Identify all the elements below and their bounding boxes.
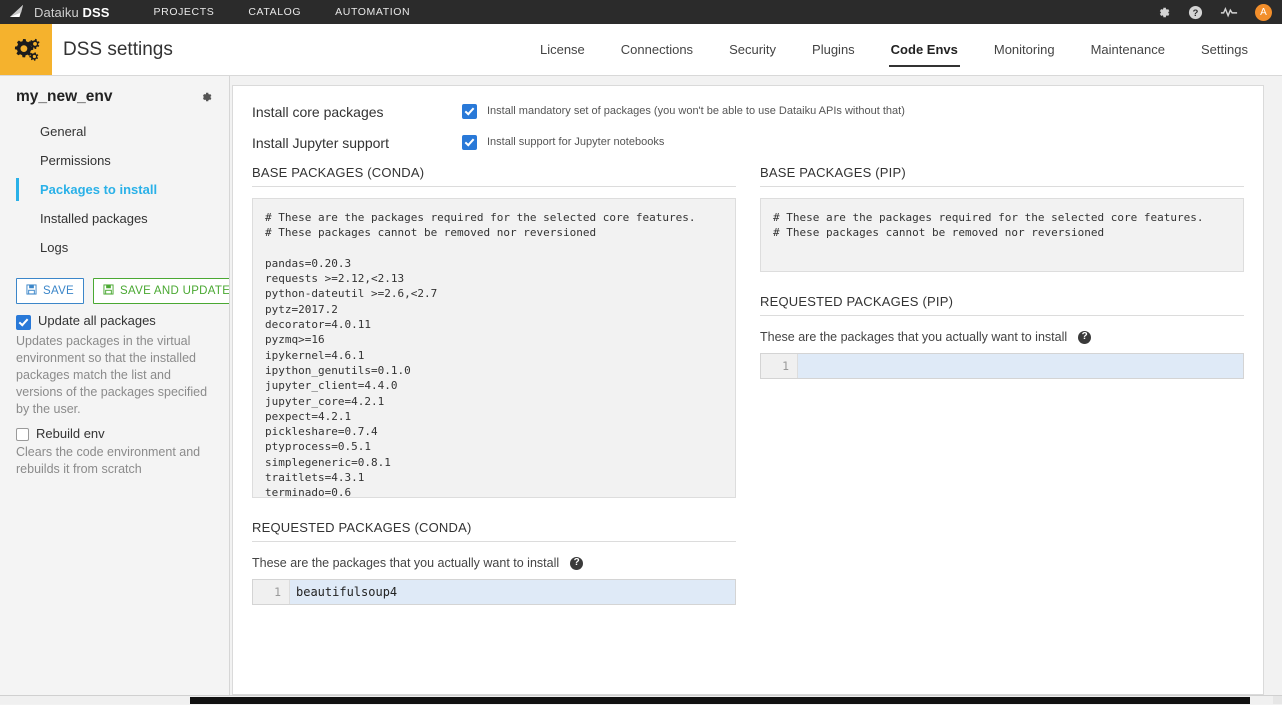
- scrollbar-corner: [1273, 696, 1282, 704]
- sidebar-item-packages-to-install[interactable]: Packages to install: [16, 175, 213, 204]
- pip-column: BASE PACKAGES (PIP) # These are the pack…: [760, 165, 1244, 605]
- save-and-update-button[interactable]: SAVE AND UPDATE: [93, 278, 230, 304]
- floppy-disk-icon: [103, 284, 114, 298]
- help-icon[interactable]: ?: [1188, 5, 1203, 20]
- requested-packages-pip-title: REQUESTED PACKAGES (PIP): [760, 294, 1244, 316]
- question-mark-icon[interactable]: ?: [570, 556, 584, 570]
- requested-packages-pip-help: These are the packages that you actually…: [760, 330, 1244, 344]
- conda-column: BASE PACKAGES (CONDA) # These are the pa…: [252, 165, 736, 605]
- horizontal-scrollbar[interactable]: [0, 695, 1282, 704]
- update-all-packages-label: Update all packages: [38, 313, 156, 328]
- tab-security[interactable]: Security: [711, 24, 794, 75]
- gears-icon: [0, 24, 52, 75]
- checkbox-indicator: [16, 315, 31, 330]
- tab-connections[interactable]: Connections: [603, 24, 711, 75]
- install-core-packages-row: Install core packages Install mandatory …: [252, 103, 1244, 120]
- main-area: Install core packages Install mandatory …: [230, 76, 1282, 704]
- save-and-update-button-label: SAVE AND UPDATE: [120, 285, 230, 297]
- install-jupyter-support-label: Install Jupyter support: [252, 135, 389, 151]
- requested-packages-conda-editor[interactable]: 1 beautifulsoup4: [252, 579, 736, 605]
- rebuild-env-checkbox[interactable]: Rebuild env: [16, 427, 213, 441]
- base-packages-conda-content: # These are the packages required for th…: [252, 198, 736, 498]
- line-number: 1: [761, 354, 798, 378]
- install-jupyter-support-checkbox[interactable]: [462, 135, 477, 150]
- page-title: DSS settings: [63, 38, 173, 60]
- requested-packages-pip-editor[interactable]: 1: [760, 353, 1244, 379]
- requested-packages-conda-help: These are the packages that you actually…: [252, 556, 736, 570]
- dataiku-logo-icon[interactable]: [0, 0, 34, 24]
- packages-panel: Install core packages Install mandatory …: [232, 85, 1264, 695]
- rebuild-env-description: Clears the code environment and rebuilds…: [16, 445, 201, 476]
- sidebar-item-installed-packages[interactable]: Installed packages: [16, 204, 213, 233]
- requested-packages-conda-title: REQUESTED PACKAGES (CONDA): [252, 520, 736, 542]
- env-name: my_new_env: [16, 88, 113, 105]
- base-packages-pip-title: BASE PACKAGES (PIP): [760, 165, 1244, 187]
- requested-packages-pip-help-label: These are the packages that you actually…: [760, 330, 1068, 344]
- tab-monitoring[interactable]: Monitoring: [976, 24, 1073, 75]
- base-packages-pip-content: # These are the packages required for th…: [760, 198, 1244, 272]
- top-navbar: Dataiku DSS PROJECTS CATALOG AUTOMATION …: [0, 0, 1282, 24]
- svg-text:?: ?: [1193, 7, 1199, 17]
- install-core-packages-description: Install mandatory set of packages (you w…: [487, 105, 905, 117]
- env-header: my_new_env: [16, 88, 213, 106]
- activity-icon[interactable]: [1220, 6, 1238, 18]
- sidebar-item-permissions[interactable]: Permissions: [16, 146, 213, 175]
- floppy-disk-icon: [26, 284, 37, 298]
- rebuild-env-label: Rebuild env: [36, 426, 105, 441]
- settings-header-bar: DSS settings License Connections Securit…: [0, 24, 1282, 76]
- sidebar-item-logs[interactable]: Logs: [16, 233, 213, 262]
- tab-plugins[interactable]: Plugins: [794, 24, 873, 75]
- install-jupyter-support-row: Install Jupyter support Install support …: [252, 134, 1244, 151]
- brand-title[interactable]: Dataiku DSS: [34, 5, 110, 20]
- line-number: 1: [253, 580, 290, 604]
- topnav-item-automation[interactable]: AUTOMATION: [335, 6, 410, 18]
- topnav-item-catalog[interactable]: CATALOG: [248, 6, 301, 18]
- install-core-packages-label: Install core packages: [252, 104, 384, 120]
- avatar[interactable]: A: [1255, 3, 1272, 21]
- requested-packages-conda-input[interactable]: beautifulsoup4: [290, 580, 735, 604]
- gear-icon[interactable]: [199, 90, 213, 104]
- update-all-packages-checkbox[interactable]: Update all packages: [16, 314, 213, 330]
- gear-icon[interactable]: [1156, 5, 1171, 20]
- tab-settings[interactable]: Settings: [1183, 24, 1266, 75]
- base-packages-conda-title: BASE PACKAGES (CONDA): [252, 165, 736, 187]
- requested-packages-pip-input[interactable]: [798, 354, 1243, 378]
- body-container: my_new_env General Permissions Packages …: [0, 76, 1282, 704]
- sidebar-actions: SAVE SAVE AND UPDATE: [16, 278, 229, 304]
- tab-license[interactable]: License: [522, 24, 603, 75]
- brand-bold: DSS: [82, 4, 110, 20]
- update-all-packages-description: Updates packages in the virtual environm…: [16, 334, 208, 416]
- question-mark-icon[interactable]: ?: [1078, 330, 1092, 344]
- install-jupyter-support-control[interactable]: Install support for Jupyter notebooks: [462, 134, 664, 150]
- sidebar-item-general[interactable]: General: [16, 117, 213, 146]
- sidebar-nav: General Permissions Packages to install …: [16, 117, 213, 262]
- packages-columns: BASE PACKAGES (CONDA) # These are the pa…: [252, 165, 1244, 605]
- topnav-item-projects[interactable]: PROJECTS: [154, 6, 215, 18]
- scrollbar-thumb[interactable]: [190, 697, 1250, 704]
- topbar-actions: ? A: [1156, 0, 1272, 24]
- checkbox-indicator: [16, 428, 29, 441]
- install-core-packages-control[interactable]: Install mandatory set of packages (you w…: [462, 103, 905, 119]
- settings-tabs: License Connections Security Plugins Cod…: [522, 24, 1282, 75]
- install-jupyter-support-description: Install support for Jupyter notebooks: [487, 136, 665, 148]
- save-button-label: SAVE: [43, 285, 75, 297]
- tab-maintenance[interactable]: Maintenance: [1073, 24, 1183, 75]
- install-core-packages-checkbox[interactable]: [462, 104, 477, 119]
- save-button[interactable]: SAVE: [16, 278, 85, 304]
- requested-packages-conda-help-label: These are the packages that you actually…: [252, 556, 560, 570]
- brand-prefix: Dataiku: [34, 4, 83, 20]
- tab-code-envs[interactable]: Code Envs: [873, 24, 976, 75]
- sidebar: my_new_env General Permissions Packages …: [0, 76, 230, 695]
